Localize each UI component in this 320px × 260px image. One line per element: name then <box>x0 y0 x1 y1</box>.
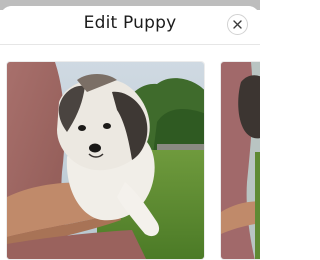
puppy-photo-next[interactable] <box>220 61 260 260</box>
edit-puppy-screen: Edit Puppy <box>0 0 260 260</box>
modal-header: Edit Puppy <box>0 6 260 45</box>
puppy-photo-next-image <box>221 62 260 259</box>
close-button[interactable] <box>227 14 248 35</box>
close-icon <box>233 20 242 29</box>
puppy-photo-image <box>7 62 204 259</box>
modal-title: Edit Puppy <box>83 13 177 33</box>
edit-puppy-modal: Edit Puppy <box>0 6 260 260</box>
photo-carousel[interactable] <box>0 54 260 260</box>
puppy-photo[interactable] <box>6 61 205 260</box>
